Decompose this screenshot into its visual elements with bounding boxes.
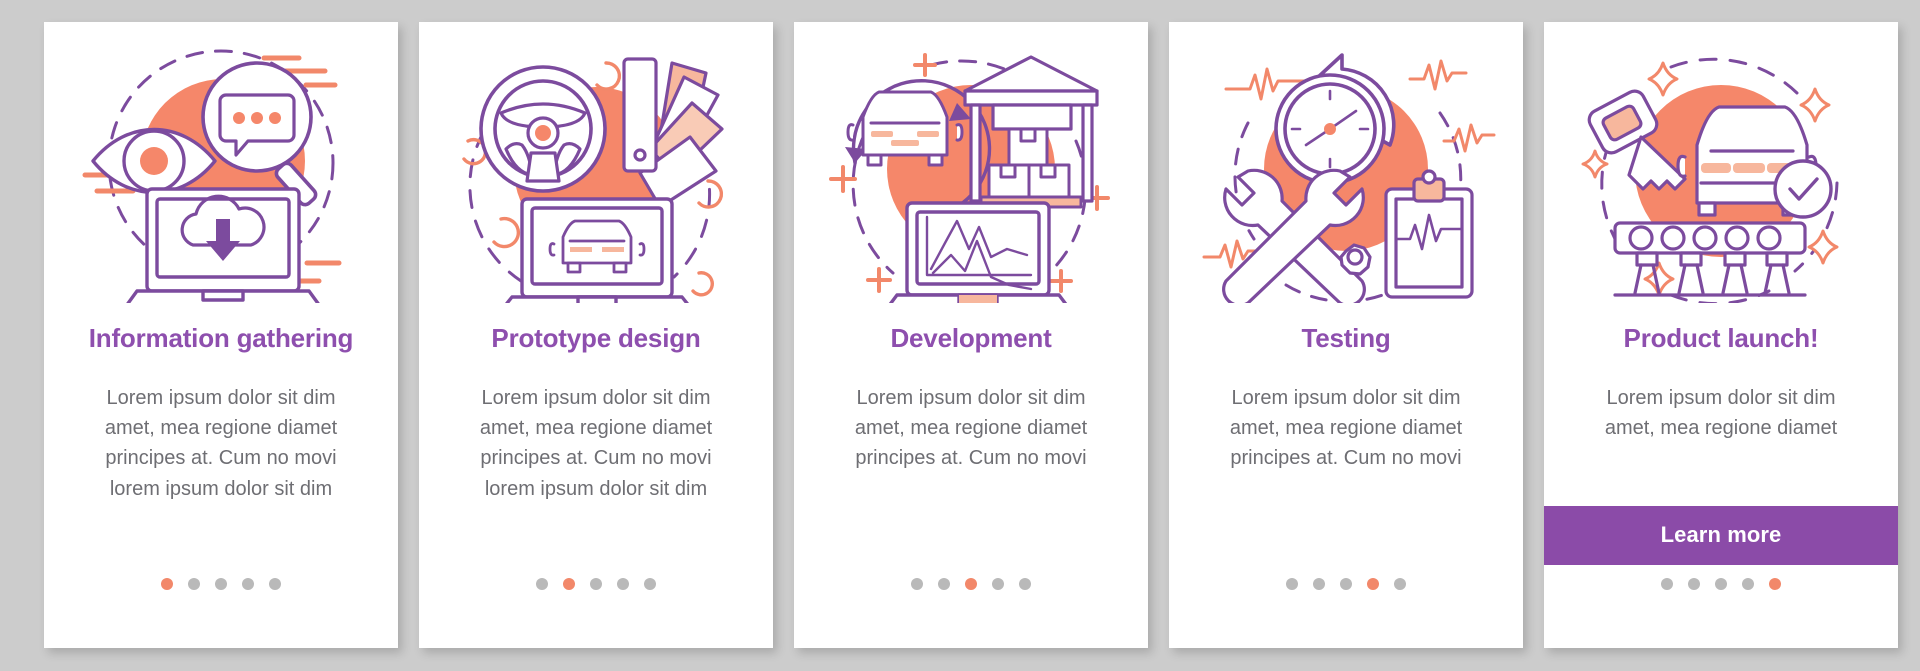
page-dot-1[interactable] bbox=[536, 578, 548, 590]
illustration-eye-magnifier-laptop-cloud-download-icon bbox=[44, 22, 398, 322]
card-body-text: Lorem ipsum dolor sit dim amet, mea regi… bbox=[479, 386, 713, 500]
page-dots[interactable] bbox=[794, 578, 1148, 590]
onboarding-screens-canvas: Information gathering Lorem ipsum dolor … bbox=[0, 0, 1920, 671]
card-title: Development bbox=[890, 323, 1052, 353]
illustration-steering-wheel-color-swatches-laptop-car-icon bbox=[419, 22, 773, 322]
page-dot-4[interactable] bbox=[992, 578, 1004, 590]
page-dot-2[interactable] bbox=[938, 578, 950, 590]
illustration-car-key-conveyor-check-icon bbox=[1544, 22, 1898, 322]
card-body-text: Lorem ipsum dolor sit dim amet, mea regi… bbox=[1229, 386, 1463, 470]
page-dot-3[interactable] bbox=[965, 578, 977, 590]
page-dot-3[interactable] bbox=[1340, 578, 1352, 590]
page-dot-2[interactable] bbox=[563, 578, 575, 590]
onboarding-card-information-gathering[interactable]: Information gathering Lorem ipsum dolor … bbox=[44, 22, 398, 648]
page-dot-1[interactable] bbox=[161, 578, 173, 590]
onboarding-card-development[interactable]: Development Lorem ipsum dolor sit dim am… bbox=[794, 22, 1148, 648]
page-dot-3[interactable] bbox=[215, 578, 227, 590]
page-dot-5[interactable] bbox=[1769, 578, 1781, 590]
onboarding-card-product-launch[interactable]: Product launch! Lorem ipsum dolor sit di… bbox=[1544, 22, 1898, 648]
page-dots[interactable] bbox=[1169, 578, 1523, 590]
card-title: Product launch! bbox=[1623, 323, 1819, 353]
page-dots[interactable] bbox=[419, 578, 773, 590]
onboarding-card-testing[interactable]: Testing Lorem ipsum dolor sit dim amet, … bbox=[1169, 22, 1523, 648]
onboarding-card-prototype-design[interactable]: Prototype design Lorem ipsum dolor sit d… bbox=[419, 22, 773, 648]
illustration-clock-wrenches-clipboard-heartbeat-icon bbox=[1169, 22, 1523, 322]
page-dot-5[interactable] bbox=[1019, 578, 1031, 590]
page-dot-3[interactable] bbox=[1715, 578, 1727, 590]
card-body-text: Lorem ipsum dolor sit dim amet, mea regi… bbox=[104, 386, 338, 500]
card-title: Prototype design bbox=[491, 323, 701, 353]
card-list: Information gathering Lorem ipsum dolor … bbox=[44, 22, 1898, 648]
card-title: Information gathering bbox=[88, 323, 354, 353]
page-dot-5[interactable] bbox=[269, 578, 281, 590]
page-dot-5[interactable] bbox=[1394, 578, 1406, 590]
page-dot-2[interactable] bbox=[1688, 578, 1700, 590]
page-dot-2[interactable] bbox=[1313, 578, 1325, 590]
page-dot-1[interactable] bbox=[1286, 578, 1298, 590]
illustration-car-warehouse-boxes-laptop-chart-icon bbox=[794, 22, 1148, 322]
page-dot-4[interactable] bbox=[1367, 578, 1379, 590]
page-dot-5[interactable] bbox=[644, 578, 656, 590]
card-body-text: Lorem ipsum dolor sit dim amet, mea regi… bbox=[854, 386, 1088, 470]
page-dots[interactable] bbox=[44, 578, 398, 590]
page-dot-4[interactable] bbox=[617, 578, 629, 590]
page-dot-2[interactable] bbox=[188, 578, 200, 590]
card-body-text: Lorem ipsum dolor sit dim amet, mea regi… bbox=[1604, 386, 1838, 439]
page-dot-3[interactable] bbox=[590, 578, 602, 590]
page-dots[interactable] bbox=[1544, 578, 1898, 590]
page-dot-4[interactable] bbox=[1742, 578, 1754, 590]
page-dot-1[interactable] bbox=[1661, 578, 1673, 590]
card-title: Testing bbox=[1301, 323, 1391, 353]
page-dot-1[interactable] bbox=[911, 578, 923, 590]
page-dot-4[interactable] bbox=[242, 578, 254, 590]
learn-more-button[interactable]: Learn more bbox=[1544, 506, 1898, 565]
